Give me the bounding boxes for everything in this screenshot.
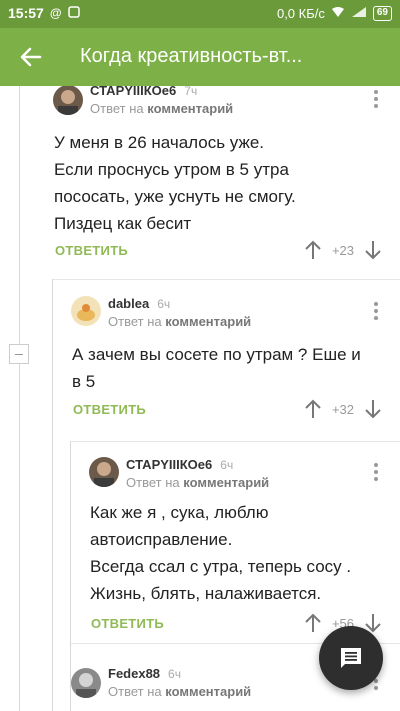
network-speed: 0,0 КБ/с <box>276 6 325 21</box>
avatar <box>71 668 101 698</box>
reply-button[interactable]: ОТВЕТИТЬ <box>73 402 146 417</box>
comment: dablea 6ч Ответ на комментарий А зачем вы… <box>0 286 400 436</box>
page-title: Когда креативность-вт... <box>80 45 303 67</box>
comment-author[interactable]: Fedex88 6ч <box>108 666 181 681</box>
avatar <box>89 457 119 487</box>
comment-body: А зачем вы сосете по утрам ? Еше и в 5 <box>72 345 361 391</box>
upvote-arrow-icon[interactable] <box>303 612 323 634</box>
reply-button[interactable]: ОТВЕТИТЬ <box>91 616 164 631</box>
more-options-icon[interactable] <box>371 88 381 110</box>
divider <box>53 279 400 280</box>
downvote-arrow-icon[interactable] <box>363 239 383 261</box>
comment-body: Как же я , сука, люблю автоисправление. … <box>90 503 352 603</box>
app-bar: Когда креативность-вт... <box>0 28 400 86</box>
vote-score: +32 <box>331 401 355 417</box>
comment: СТАРYIIIКОе6 6ч Ответ на комментарий Как … <box>0 448 400 643</box>
divider <box>71 441 400 442</box>
comment-author[interactable]: dablea 6ч <box>108 296 170 311</box>
comment-time: 7ч <box>184 86 198 98</box>
comment-time: 6ч <box>168 667 181 681</box>
comment-time: 6ч <box>220 458 234 472</box>
reply-button[interactable]: ОТВЕТИТЬ <box>55 243 128 258</box>
reply-to-link[interactable]: Ответ на комментарий <box>108 314 251 329</box>
status-time: 15:57 <box>8 5 44 21</box>
comment-author[interactable]: СТАРYIIIКОе6 6ч <box>126 457 233 472</box>
comment-author[interactable]: СТАРYIIIКОе6 7ч <box>90 86 197 98</box>
vote-score: +23 <box>331 242 355 258</box>
comment-icon <box>341 648 361 668</box>
vote-controls: +32 <box>303 398 383 420</box>
comment: СТАРYIIIКОе6 7ч Ответ на комментарий У ме… <box>0 86 400 276</box>
wifi-icon <box>331 6 345 21</box>
avatar <box>53 86 83 115</box>
comments-list: СТАРYIIIКОе6 7ч Ответ на комментарий У ме… <box>0 86 400 711</box>
back-arrow-icon[interactable] <box>18 44 44 70</box>
comment-body: У меня в 26 началось уже. Если проснусь … <box>54 133 296 233</box>
status-bar: 15:57 @ 0,0 КБ/с 69 <box>0 0 400 28</box>
avatar <box>71 296 101 326</box>
reply-to-link[interactable]: Ответ на комментарий <box>108 684 251 699</box>
more-options-icon[interactable] <box>371 461 381 483</box>
upvote-arrow-icon[interactable] <box>303 398 323 420</box>
new-comment-button[interactable] <box>319 626 383 690</box>
reply-to-link[interactable]: Ответ на комментарий <box>90 101 233 116</box>
more-options-icon[interactable] <box>371 300 381 322</box>
vote-controls: +23 <box>303 239 383 261</box>
downvote-arrow-icon[interactable] <box>363 398 383 420</box>
signal-icon <box>351 6 367 21</box>
upvote-arrow-icon[interactable] <box>303 239 323 261</box>
comment-time: 6ч <box>157 297 171 311</box>
at-sign-icon: @ <box>49 6 62 20</box>
notification-icon <box>67 5 80 21</box>
battery-indicator: 69 <box>372 6 392 21</box>
reply-to-link[interactable]: Ответ на комментарий <box>126 475 269 490</box>
